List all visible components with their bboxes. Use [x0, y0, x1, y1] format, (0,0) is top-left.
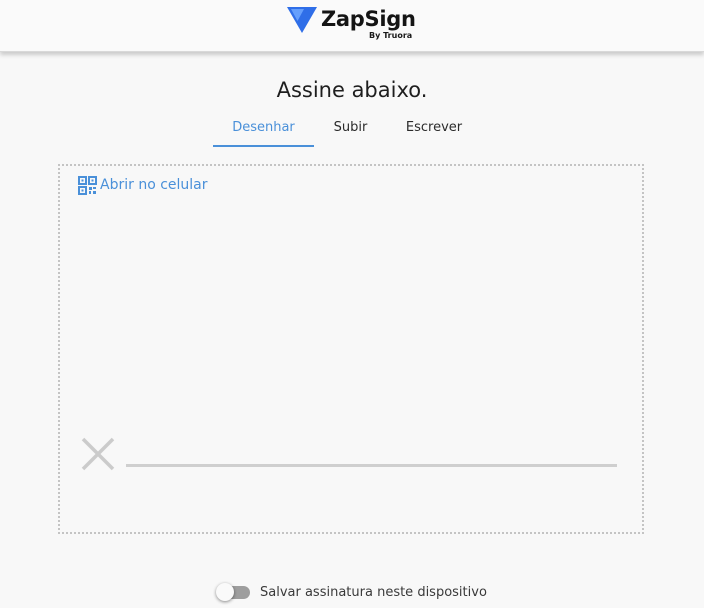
header: ZapSign By Truora — [0, 0, 704, 52]
save-signature-toggle[interactable] — [216, 583, 252, 601]
qr-code-icon — [78, 175, 97, 195]
active-tab-indicator — [213, 145, 314, 147]
brand-name: ZapSign — [321, 7, 416, 31]
open-on-phone-link[interactable]: Abrir no celular — [78, 175, 208, 195]
open-on-phone-label: Abrir no celular — [100, 177, 208, 193]
tab-escrever[interactable]: Escrever — [402, 116, 466, 146]
zapsign-logo-icon — [287, 7, 317, 33]
toggle-knob — [216, 583, 234, 601]
save-signature-label: Salvar assinatura neste dispositivo — [260, 584, 487, 600]
signature-pad[interactable]: Abrir no celular — [58, 164, 644, 534]
tab-desenhar[interactable]: Desenhar — [213, 116, 314, 146]
zapsign-logo: ZapSign By Truora — [287, 7, 417, 43]
save-signature-row: Salvar assinatura neste dispositivo — [216, 581, 487, 603]
signature-baseline — [126, 464, 617, 467]
x-icon — [81, 437, 115, 471]
brand-subtitle: By Truora — [369, 31, 413, 40]
page-title: Assine abaixo. — [276, 78, 428, 102]
tab-subir[interactable]: Subir — [326, 116, 375, 146]
